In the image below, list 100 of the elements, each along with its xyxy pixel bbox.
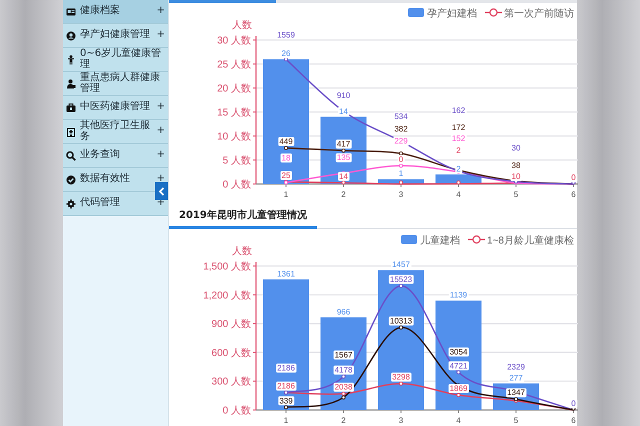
sidebar-item[interactable]: 数据有效性 + (63, 168, 168, 192)
chevron-icon (158, 186, 165, 196)
data-label: 14 (339, 172, 348, 181)
tick-label: 3 (398, 416, 404, 423)
user-icon (66, 78, 76, 88)
tick-label: 2 (341, 190, 346, 199)
sidebar-item[interactable]: 孕产妇健康管理 + (63, 24, 168, 48)
id-card-icon (66, 6, 76, 16)
data-label: 2 (456, 164, 461, 174)
menu-label: 重点患病人群健康管理 (80, 73, 161, 94)
data-label: 534 (394, 112, 408, 122)
menu-label: 健康档案 (80, 6, 121, 17)
tick-label: 0 人数 (222, 180, 251, 190)
tick-label: 1 (284, 416, 288, 423)
data-label: 10313 (390, 316, 412, 326)
data-label: 26 (282, 49, 290, 58)
child-icon (66, 54, 76, 64)
menu-label: 数据有效性 (80, 174, 131, 185)
sidebar-item[interactable]: 健康档案 + (63, 0, 168, 24)
legend-marker[interactable] (401, 235, 418, 244)
tick-label: 5 (514, 190, 518, 199)
expand-toggle[interactable]: + (156, 30, 165, 41)
sidebar-item[interactable]: 中医药健康管理 + (63, 96, 168, 120)
legend-marker[interactable] (468, 235, 486, 244)
data-label: 15523 (390, 274, 412, 284)
hospital-icon (66, 126, 76, 136)
legend-label[interactable]: 孕产妇建档 (427, 8, 477, 20)
data-label: 417 (336, 140, 350, 149)
legend-marker[interactable] (485, 8, 502, 17)
sidebar-item[interactable]: 重点患病人群健康管理 (63, 72, 168, 96)
data-label: 172 (452, 123, 466, 132)
data-label: 38 (512, 160, 520, 170)
data-label: 3298 (392, 372, 410, 382)
data-label: 1559 (277, 30, 295, 40)
data-label: 162 (452, 106, 466, 116)
user-circle-icon (66, 30, 76, 40)
sidebar-item[interactable]: 业务查询 + (63, 144, 168, 168)
tick-label: 20 人数 (217, 84, 251, 94)
data-label: 0 (398, 155, 404, 164)
tick-label: 600 人数 (212, 348, 251, 359)
tick-label: 3 (398, 190, 404, 199)
data-label: 382 (394, 124, 408, 134)
collapse-button[interactable] (155, 182, 168, 200)
data-label: 1 (398, 169, 404, 178)
legend-label[interactable]: 1~8月龄儿童健康检 (487, 236, 574, 246)
tick-label: 4 (456, 190, 461, 199)
expand-toggle[interactable]: + (156, 174, 165, 185)
menu-label: 中医药健康管理 (80, 102, 151, 113)
tick-label: 6 (571, 416, 576, 423)
data-label: 229 (394, 136, 408, 146)
data-label: 339 (279, 396, 293, 406)
data-label: 2329 (507, 362, 525, 372)
tick-label: 1,500 人数 (203, 262, 251, 272)
data-label: 18 (282, 154, 290, 163)
check-circle-icon (66, 174, 76, 184)
tick-label: 4 (456, 416, 461, 423)
tick-label: 15 人数 (217, 108, 251, 118)
data-label: 277 (509, 373, 523, 382)
expand-toggle[interactable]: + (156, 6, 165, 17)
data-label: 0 (571, 399, 576, 408)
legend-label[interactable]: 儿童建档 (420, 236, 460, 246)
section-tab[interactable]: 2019年昆明市儿童管理情况 (169, 208, 317, 229)
legend-label[interactable]: 第一次产前随访 (504, 8, 574, 20)
tick-label: 2 (341, 416, 346, 423)
data-label: 2 (456, 146, 461, 155)
tick-label: 0 人数 (222, 406, 251, 416)
tick-label: 300 人数 (212, 376, 251, 388)
data-label: 3054 (450, 348, 468, 357)
tick-label: 25 人数 (217, 60, 251, 70)
tick-label: 1,200 人数 (203, 290, 251, 302)
expand-toggle[interactable]: + (156, 150, 165, 161)
data-label: 0 (571, 173, 576, 182)
data-label: 1457 (392, 260, 410, 270)
tick-label: 10 人数 (217, 132, 251, 142)
legend-marker[interactable] (408, 8, 424, 17)
data-label: 1567 (334, 350, 352, 360)
menu-label: 孕产妇健康管理 (80, 30, 151, 41)
menu-label: 0~6岁儿童健康管理 (80, 49, 162, 70)
data-label: 135 (336, 153, 350, 162)
data-label: 1869 (450, 384, 468, 394)
menu-label: 业务查询 (80, 150, 121, 161)
tick-label: 5 人数 (222, 156, 251, 166)
expand-toggle[interactable]: + (156, 126, 165, 137)
settings-icon (66, 198, 76, 208)
sidebar-item[interactable]: 0~6岁儿童健康管理 (63, 48, 168, 72)
data-label: 1139 (450, 290, 468, 300)
expand-toggle[interactable]: + (156, 102, 165, 113)
tick-label: 5 (514, 416, 518, 423)
tick-label: 30 人数 (217, 36, 251, 46)
tick-label: 1 (284, 190, 288, 199)
data-label: 910 (336, 91, 350, 100)
search-icon (66, 150, 76, 160)
briefcase-icon (66, 102, 76, 112)
data-label: 966 (336, 307, 350, 316)
data-label: 1361 (277, 269, 295, 278)
menu-label: 其他医疗卫生服务 (80, 121, 151, 142)
menu-label: 代码管理 (80, 198, 121, 209)
data-label: 2186 (277, 364, 295, 373)
data-label: 2186 (277, 382, 295, 391)
data-label: 152 (452, 134, 466, 143)
